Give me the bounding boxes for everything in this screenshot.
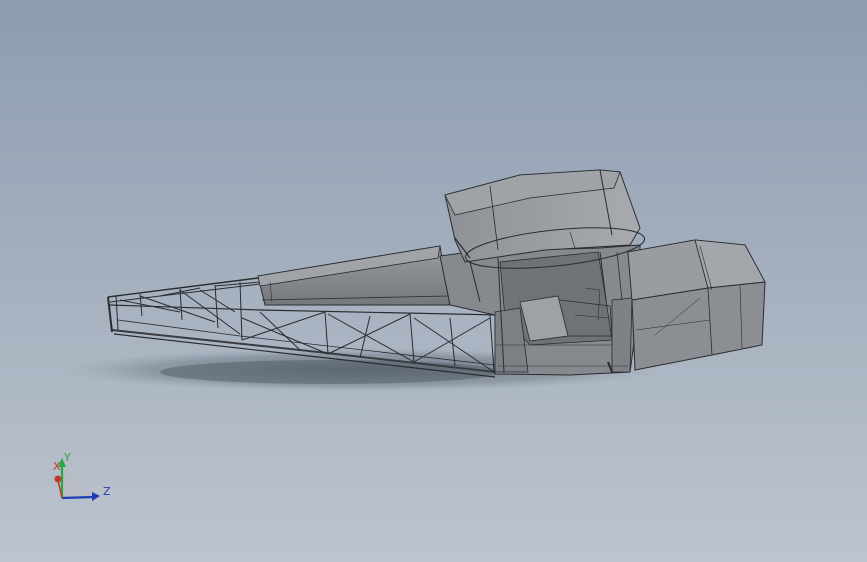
triad-x-label: X [53,460,61,473]
z-axis-arrow-icon [61,495,95,500]
triad-z-label: Z [103,485,111,498]
coordinate-triad: X Y Z [53,451,111,501]
graphics-viewport[interactable]: X Y Z [0,0,867,562]
triad-plane-icon [62,464,96,498]
model-view[interactable] [0,0,867,562]
tail-cone-fairing[interactable] [257,245,451,306]
triad-y-label: Y [63,451,71,464]
z-axis-arrowhead-icon [92,492,100,501]
